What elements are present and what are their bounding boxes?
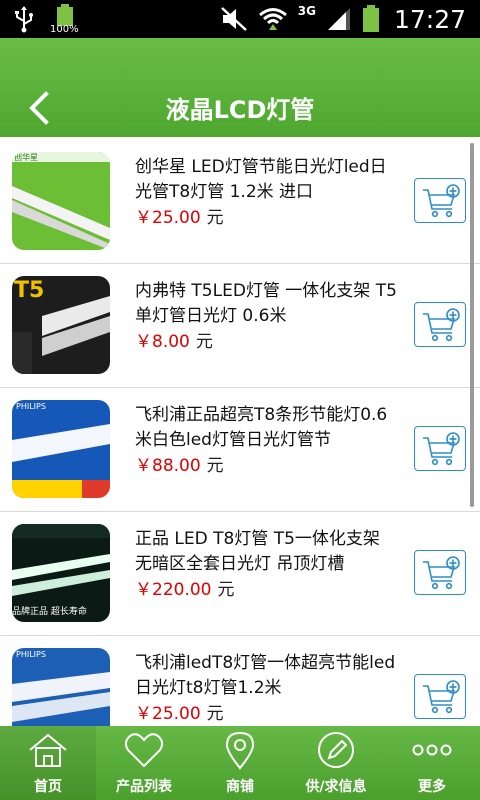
tab-supply-demand[interactable]: 供/求信息	[288, 726, 384, 800]
thumb-label: 创华星	[14, 153, 38, 162]
product-name[interactable]: 飞利浦正品超亮T8条形节能灯0.6米白色led灯管日光灯管节	[135, 403, 397, 453]
tab-shops[interactable]: 商铺	[192, 726, 288, 800]
battery-icon	[362, 5, 379, 32]
product-thumbnail[interactable]: PHILIPS	[12, 400, 110, 498]
thumb-label: PHILIPS	[16, 402, 46, 411]
product-thumbnail[interactable]: PHILIPS	[12, 648, 110, 726]
thumb-label: 品牌正品 超长寿命	[12, 607, 87, 617]
app-header: 液晶LCD灯管	[0, 38, 480, 137]
cart-add-icon	[423, 680, 460, 714]
mute-icon	[220, 7, 247, 31]
thumb-label: T5	[14, 278, 45, 303]
add-to-cart-button[interactable]	[414, 178, 466, 223]
pencil-icon	[318, 732, 354, 768]
add-to-cart-button[interactable]	[414, 550, 466, 595]
tab-label: 商铺	[226, 779, 254, 795]
product-price: ￥8.00 元	[135, 332, 213, 352]
add-to-cart-button[interactable]	[414, 426, 466, 471]
more-dots-icon	[412, 744, 452, 756]
usb-icon	[15, 6, 33, 33]
tab-more[interactable]: 更多	[384, 726, 480, 800]
product-list[interactable]: 创华星 创华星 LED灯管节能日光灯led日光管T8灯管 1.2米 进口 ￥25…	[0, 139, 480, 726]
product-name[interactable]: 正品 LED T8灯管 T5一体化支架 无暗区全套日光灯 吊顶灯槽	[135, 527, 397, 577]
bottom-tab-bar: 首页 产品列表 商铺 供/求信息 更多	[0, 726, 480, 800]
product-name[interactable]: 创华星 LED灯管节能日光灯led日光管T8灯管 1.2米 进口	[135, 155, 397, 205]
cart-add-icon	[423, 308, 460, 342]
product-name[interactable]: 内弗特 T5LED灯管 一体化支架 T5单灯管日光灯 0.6米	[135, 279, 397, 329]
list-scrollbar[interactable]	[470, 143, 474, 507]
tab-label: 首页	[34, 779, 62, 795]
heart-icon	[124, 733, 164, 768]
tab-product-list[interactable]: 产品列表	[96, 726, 192, 800]
product-item[interactable]: T5 内弗特 T5LED灯管 一体化支架 T5单灯管日光灯 0.6米 ￥8.00…	[0, 263, 480, 388]
tab-label: 更多	[418, 779, 446, 795]
location-pin-icon	[225, 731, 255, 770]
signal-icon	[327, 8, 350, 30]
add-to-cart-button[interactable]	[414, 674, 466, 719]
cart-add-icon	[423, 184, 460, 218]
product-price: ￥88.00 元	[135, 456, 224, 476]
product-price: ￥25.00 元	[135, 704, 224, 724]
network-type: 3G	[297, 4, 316, 18]
product-price: ￥220.00 元	[135, 580, 235, 600]
product-item[interactable]: 创华星 创华星 LED灯管节能日光灯led日光管T8灯管 1.2米 进口 ￥25…	[0, 139, 480, 264]
product-item[interactable]: PHILIPS 飞利浦ledT8灯管一体超亮节能led日光灯t8灯管1.2米 ￥…	[0, 635, 480, 726]
tab-home[interactable]: 首页	[0, 726, 96, 800]
product-item[interactable]: 品牌正品 超长寿命 正品 LED T8灯管 T5一体化支架 无暗区全套日光灯 吊…	[0, 511, 480, 636]
add-to-cart-button[interactable]	[414, 302, 466, 347]
tab-label: 供/求信息	[305, 779, 367, 795]
product-price: ￥25.00 元	[135, 208, 224, 228]
battery-charging-icon: 100%	[50, 4, 80, 35]
home-icon	[29, 733, 67, 767]
page-title: 液晶LCD灯管	[165, 96, 315, 124]
product-item[interactable]: PHILIPS 飞利浦正品超亮T8条形节能灯0.6米白色led灯管日光灯管节 ￥…	[0, 387, 480, 512]
cart-add-icon	[423, 556, 460, 590]
product-thumbnail[interactable]: 品牌正品 超长寿命	[12, 524, 110, 622]
cart-add-icon	[423, 432, 460, 466]
thumb-label: PHILIPS	[16, 650, 46, 659]
product-thumbnail[interactable]: 创华星	[12, 152, 110, 250]
clock: 17:27	[393, 4, 466, 34]
battery-percent: 100%	[50, 24, 79, 35]
product-name[interactable]: 飞利浦ledT8灯管一体超亮节能led日光灯t8灯管1.2米	[135, 651, 397, 701]
tab-label: 产品列表	[116, 779, 172, 795]
product-thumbnail[interactable]: T5	[12, 276, 110, 374]
status-bar: 100% 3G 17:27	[0, 0, 480, 38]
wifi-icon	[258, 8, 287, 30]
